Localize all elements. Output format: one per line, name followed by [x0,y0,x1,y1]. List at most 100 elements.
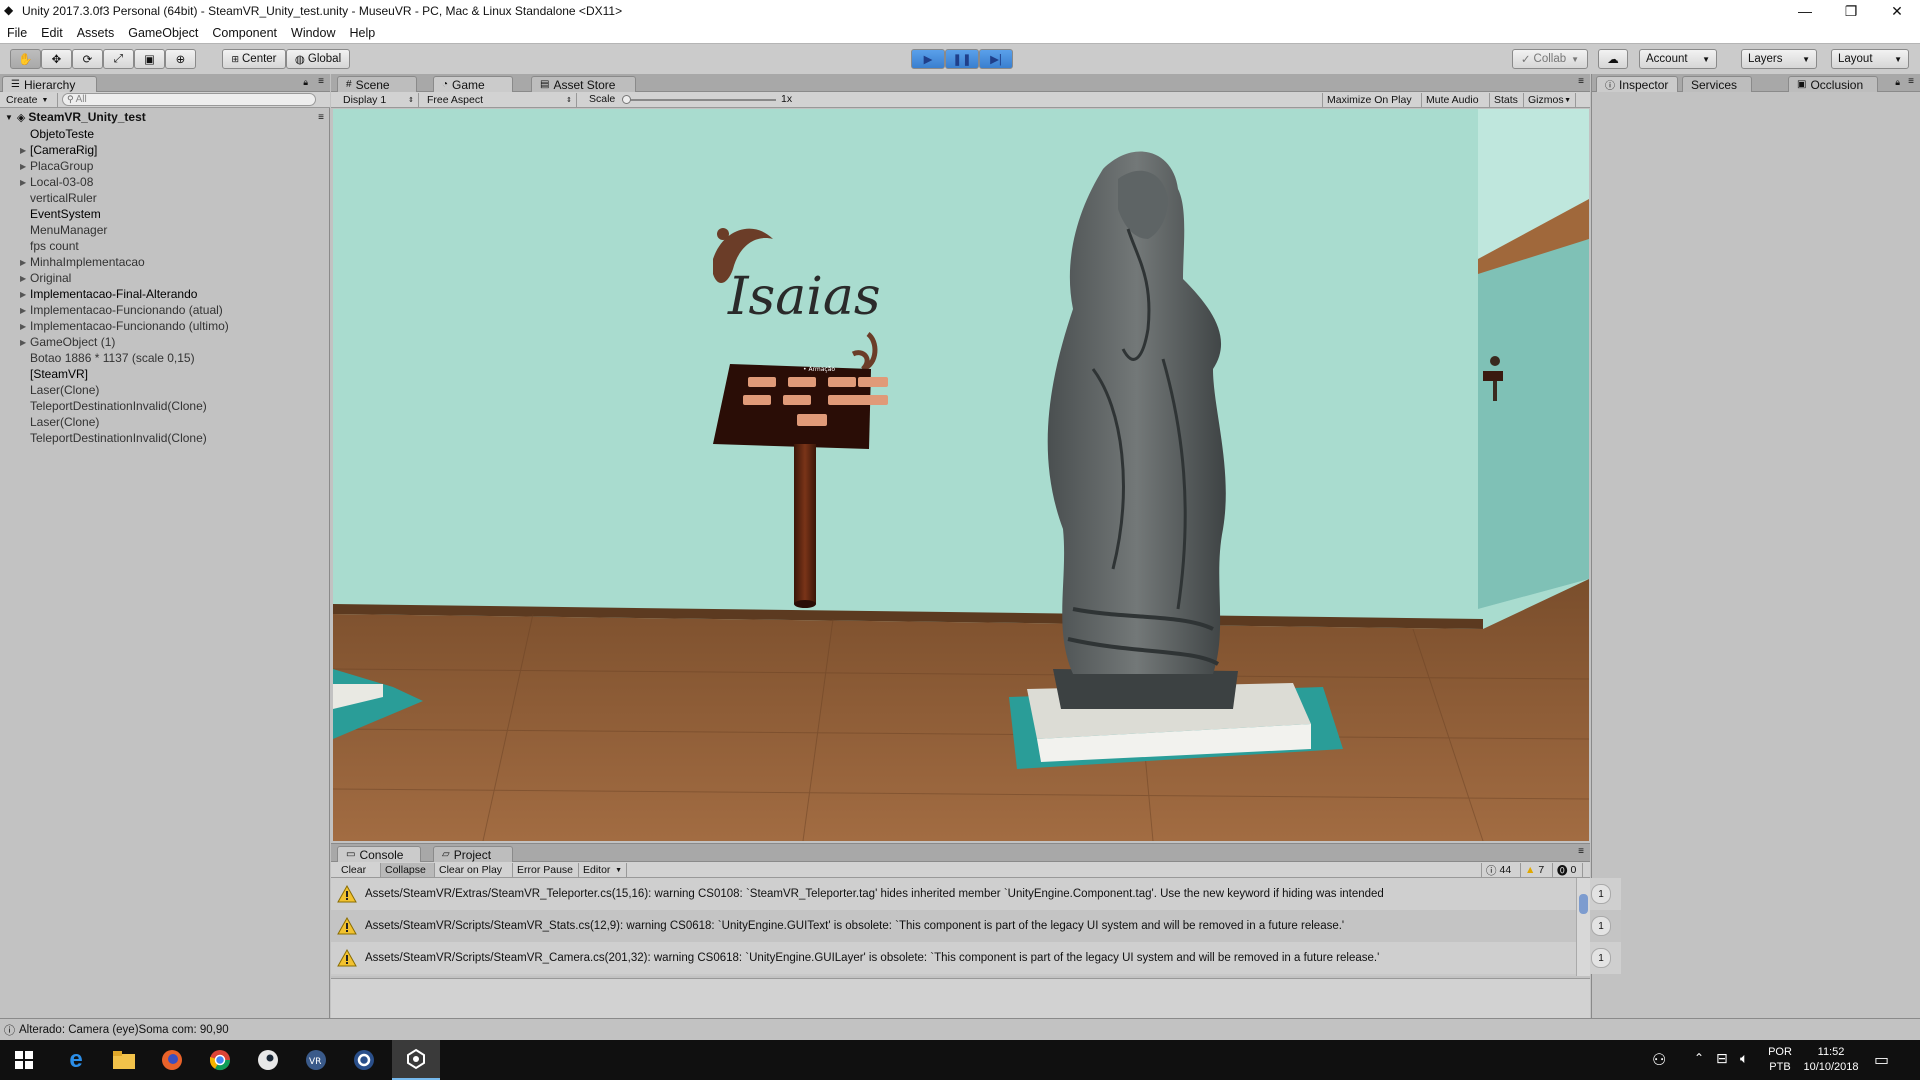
steam-icon[interactable] [244,1040,292,1080]
hierarchy-item[interactable]: Botao 1886 * 1137 (scale 0,15) [0,350,330,366]
rect-tool-icon[interactable]: ▣ [134,49,165,69]
scale-slider-thumb[interactable] [622,95,631,104]
hierarchy-item[interactable]: ▶ Original [0,270,330,286]
panel-menu-icon[interactable]: ≡ [318,76,324,87]
unity-taskbar-icon[interactable] [392,1040,440,1080]
menu-assets[interactable]: Assets [70,26,122,40]
close-button[interactable]: ✕ [1874,0,1920,22]
hierarchy-item[interactable]: MenuManager [0,222,330,238]
scene-root-row[interactable]: ▼ ◈ SteamVR_Unity_test ≡ [0,108,330,126]
layout-dropdown[interactable]: Layout ▼ [1831,49,1909,69]
language-indicator[interactable]: POR PTB [1766,1045,1794,1075]
mute-audio-toggle[interactable]: Mute Audio [1422,93,1490,107]
panel-menu-icon[interactable]: ≡ [1578,76,1584,87]
hierarchy-item[interactable]: ▶ Implementacao-Funcionando (ultimo) [0,318,330,334]
pause-button[interactable]: ❚❚ [945,49,979,69]
hierarchy-item[interactable]: ▶ GameObject (1) [0,334,330,350]
hierarchy-item[interactable]: [SteamVR] [0,366,330,382]
game-view[interactable]: Isaias • Armação [333,109,1589,841]
hierarchy-item[interactable]: ▶ PlacaGroup [0,158,330,174]
hierarchy-item[interactable]: ▶ [CameraRig] [0,142,330,158]
stats-toggle[interactable]: Stats [1490,93,1524,107]
play-button[interactable]: ▶ [911,49,945,69]
display-dropdown[interactable]: Display 1 ⇕ [339,93,419,107]
firefox-icon[interactable] [148,1040,196,1080]
pivot-global-button[interactable]: ◍ Global [286,49,350,69]
hierarchy-search-field[interactable]: ⚲ All [62,93,316,106]
tray-chevron-icon[interactable]: ⌃ [1694,1051,1704,1065]
panel-menu-icon[interactable]: ≡ [1578,846,1584,857]
settings-gear-icon[interactable] [340,1040,388,1080]
move-tool-icon[interactable]: ✥ [41,49,72,69]
editor-dropdown[interactable]: Editor ▼ [579,863,627,877]
expand-arrow-icon[interactable]: ▶ [20,306,30,315]
expand-arrow-icon[interactable]: ▶ [20,162,30,171]
scale-tool-icon[interactable]: ⤢ [103,49,134,69]
warning-count-toggle[interactable]: ▲ 7 [1521,863,1553,877]
console-entry[interactable]: Assets/SteamVR/Extras/SteamVR_Teleporter… [331,878,1621,910]
tab-occlusion[interactable]: ▣ Occlusion [1788,76,1878,92]
minimize-button[interactable]: — [1782,0,1828,22]
clock[interactable]: 11:52 10/10/2018 [1800,1045,1862,1075]
scale-slider-track[interactable] [626,99,776,101]
cloud-button[interactable]: ☁ [1598,49,1628,69]
edge-browser-icon[interactable]: e [52,1040,100,1080]
hierarchy-item[interactable]: ▶ Implementacao-Funcionando (atual) [0,302,330,318]
info-count-toggle[interactable]: ⓘ 44 [1481,863,1521,877]
error-pause-toggle[interactable]: Error Pause [513,863,579,877]
volume-icon[interactable]: 🔈︎ [1740,1050,1748,1067]
hierarchy-item[interactable]: TeleportDestinationInvalid(Clone) [0,398,330,414]
expand-arrow-icon[interactable]: ▶ [20,274,30,283]
menu-help[interactable]: Help [342,26,382,40]
hierarchy-item[interactable]: TeleportDestinationInvalid(Clone) [0,430,330,446]
aspect-dropdown[interactable]: Free Aspect ⇕ [423,93,577,107]
panel-menu-icon[interactable]: ≡ [1908,76,1914,87]
tab-game[interactable]: ◔ Game [433,76,513,92]
tab-services[interactable]: Services [1682,76,1752,92]
hierarchy-item[interactable]: fps count [0,238,330,254]
pivot-center-button[interactable]: ⊞ Center [222,49,286,69]
hierarchy-item[interactable]: Laser(Clone) [0,382,330,398]
scene-menu-icon[interactable]: ≡ [318,112,324,123]
collab-button[interactable]: ✓ Collab ▼ [1512,49,1588,69]
clear-button[interactable]: Clear [337,863,381,877]
menu-window[interactable]: Window [284,26,342,40]
hierarchy-item[interactable]: ▶ MinhaImplementacao [0,254,330,270]
console-scrollbar[interactable] [1576,878,1590,976]
menu-gameobject[interactable]: GameObject [121,26,205,40]
account-dropdown[interactable]: Account ▼ [1639,49,1717,69]
windows-start-icon[interactable] [0,1040,48,1080]
menu-edit[interactable]: Edit [34,26,70,40]
expand-arrow-icon[interactable]: ▶ [20,146,30,155]
console-scrollbar-thumb[interactable] [1579,894,1588,914]
steamvr-icon[interactable]: VR [292,1040,340,1080]
menu-component[interactable]: Component [205,26,284,40]
expand-arrow-icon[interactable]: ▶ [20,290,30,299]
tab-hierarchy[interactable]: ☰ Hierarchy [2,76,97,92]
tab-project[interactable]: ▱ Project [433,846,513,862]
maximize-button[interactable]: ❐ [1828,0,1874,22]
expand-arrow-icon[interactable]: ▶ [20,322,30,331]
action-center-icon[interactable]: ▭ [1874,1050,1889,1070]
hierarchy-item[interactable]: Laser(Clone) [0,414,330,430]
lock-icon[interactable]: 🔒︎ [1895,77,1900,88]
layers-dropdown[interactable]: Layers ▼ [1741,49,1817,69]
expand-arrow-icon[interactable]: ▶ [20,258,30,267]
hierarchy-item[interactable]: verticalRuler [0,190,330,206]
console-entry[interactable]: Assets/SteamVR/Scripts/SteamVR_Camera.cs… [331,942,1621,974]
hierarchy-item[interactable]: ▶ Implementacao-Final-Alterando [0,286,330,302]
gizmos-dropdown[interactable]: Gizmos ▼ [1524,93,1576,107]
tab-asset-store[interactable]: ▤ Asset Store [531,76,636,92]
menu-file[interactable]: File [0,26,34,40]
error-count-toggle[interactable]: ⓿0 [1553,863,1583,877]
clear-on-play-toggle[interactable]: Clear on Play [435,863,513,877]
hierarchy-item[interactable]: ObjetoTeste [0,126,330,142]
collapse-toggle[interactable]: Collapse [381,863,435,877]
network-icon[interactable]: ⊟ [1716,1050,1728,1067]
expand-arrow-icon[interactable]: ▶ [20,338,30,347]
console-entry[interactable]: Assets/SteamVR/Scripts/SteamVR_Stats.cs(… [331,910,1621,942]
maximize-on-play-toggle[interactable]: Maximize On Play [1322,93,1422,107]
rotate-tool-icon[interactable]: ⟳ [72,49,103,69]
hierarchy-item[interactable]: EventSystem [0,206,330,222]
hand-tool-icon[interactable]: ✋ [10,49,41,69]
